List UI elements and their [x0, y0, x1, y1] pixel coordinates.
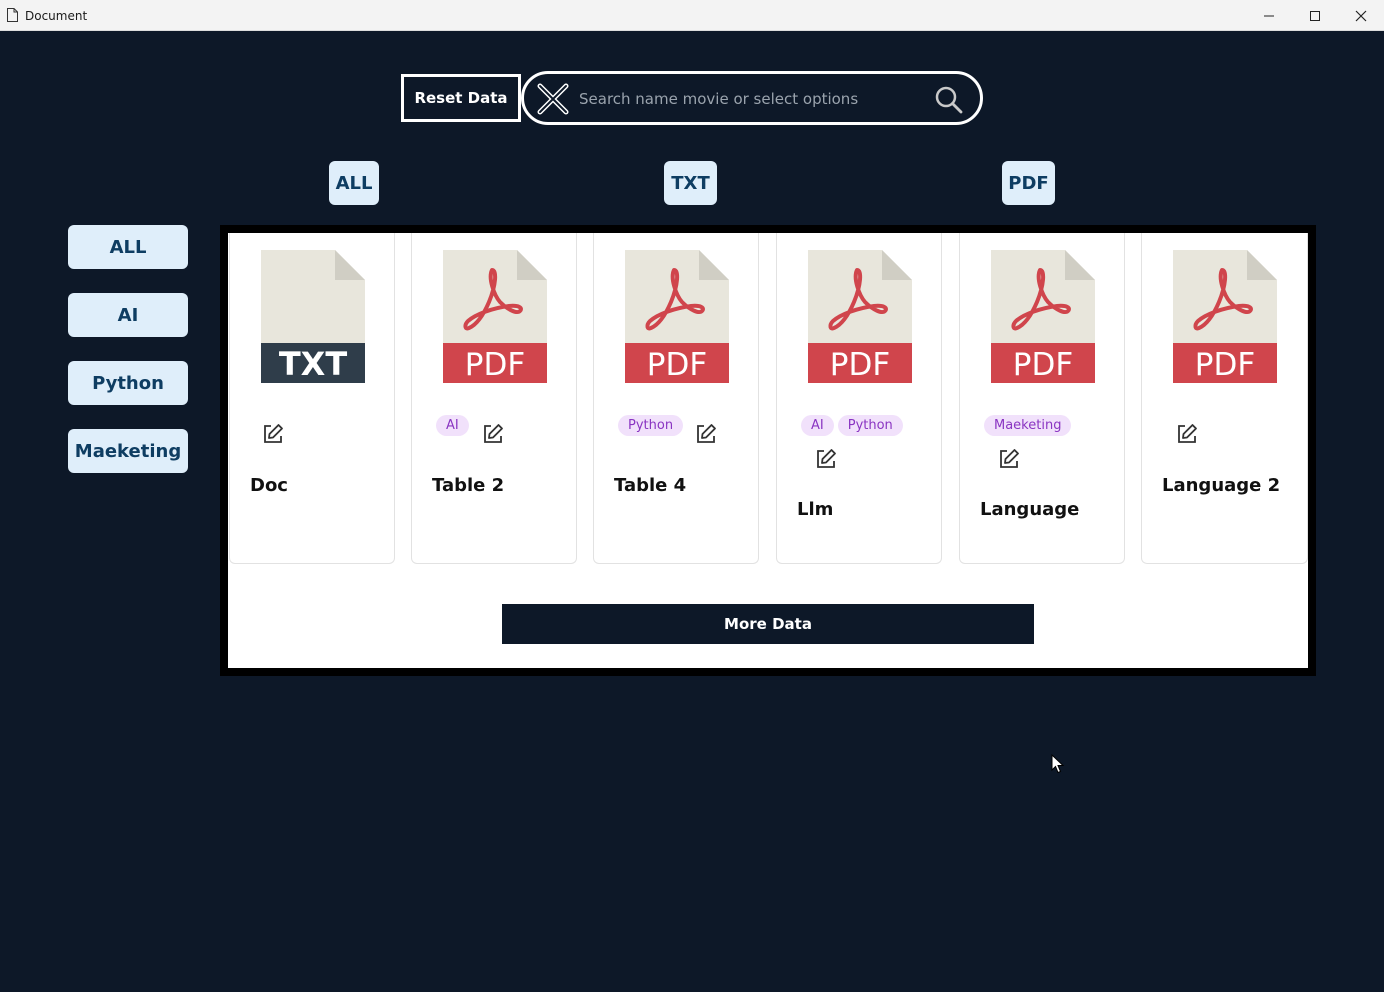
document-name: Llm: [797, 499, 834, 520]
close-button[interactable]: [1338, 0, 1384, 31]
document-name: Table 2: [432, 475, 505, 496]
tag-chip[interactable]: AI: [436, 415, 469, 436]
document-card[interactable]: PDF Maeketing Language: [959, 233, 1125, 564]
document-icon: [7, 8, 18, 22]
category-python[interactable]: Python: [68, 361, 188, 405]
document-card[interactable]: TXT Doc: [229, 233, 395, 564]
search-box: [521, 71, 983, 125]
mouse-cursor-icon: [1051, 754, 1065, 774]
edit-icon[interactable]: [1175, 422, 1199, 446]
file-type-label: PDF: [647, 347, 707, 383]
title-bar: Document: [0, 0, 1384, 31]
type-tab-all[interactable]: ALL: [329, 161, 379, 205]
pdf-file-icon: PDF: [1173, 250, 1277, 383]
tag-chip[interactable]: Python: [837, 415, 903, 436]
document-card[interactable]: PDF AI Python Llm: [776, 233, 942, 564]
document-card[interactable]: PDF AI Table 2: [411, 233, 577, 564]
close-icon: [1355, 10, 1367, 21]
tag-chip[interactable]: Maeketing: [984, 415, 1072, 436]
type-tab-txt[interactable]: TXT: [664, 161, 717, 205]
document-name: Table 4: [614, 475, 687, 496]
edit-icon[interactable]: [997, 447, 1021, 471]
tag-list: AI Python: [801, 415, 931, 436]
pdf-file-icon: PDF: [808, 250, 912, 383]
maximize-icon: [1310, 10, 1320, 21]
document-card[interactable]: PDF Language 2: [1141, 233, 1308, 564]
search-input[interactable]: [579, 84, 919, 114]
edit-icon[interactable]: [481, 422, 505, 446]
tag-list: Maeketing: [984, 415, 1114, 436]
document-name: Language 2: [1162, 475, 1281, 496]
more-data-button[interactable]: More Data: [502, 604, 1034, 644]
file-type-label: PDF: [465, 347, 525, 383]
edit-icon[interactable]: [261, 422, 285, 446]
type-tab-pdf[interactable]: PDF: [1002, 161, 1055, 205]
txt-file-icon: TXT: [261, 250, 365, 383]
pdf-file-icon: PDF: [991, 250, 1095, 383]
edit-icon[interactable]: [694, 422, 718, 446]
tag-chip[interactable]: Python: [618, 415, 684, 436]
file-type-label: PDF: [1195, 347, 1255, 383]
file-type-label: PDF: [1013, 347, 1073, 383]
window-title: Document: [25, 9, 88, 23]
search-icon[interactable]: [934, 85, 964, 115]
category-maeketing[interactable]: Maeketing: [68, 429, 188, 473]
file-type-label: PDF: [830, 347, 890, 383]
reset-data-button[interactable]: Reset Data: [401, 74, 521, 122]
pdf-file-icon: PDF: [443, 250, 547, 383]
document-name: Doc: [250, 475, 288, 496]
document-name: Language: [980, 499, 1080, 520]
maximize-button[interactable]: [1292, 0, 1338, 31]
tag-chip[interactable]: AI: [801, 415, 834, 436]
minimize-button[interactable]: [1246, 0, 1292, 31]
edit-icon[interactable]: [814, 447, 838, 471]
file-type-label: TXT: [279, 345, 348, 383]
category-all[interactable]: ALL: [68, 225, 188, 269]
tag-list: Python: [618, 415, 748, 436]
clear-search-icon[interactable]: [536, 82, 570, 116]
pdf-file-icon: PDF: [625, 250, 729, 383]
category-ai[interactable]: AI: [68, 293, 188, 337]
minimize-icon: [1264, 15, 1274, 16]
document-card[interactable]: PDF Python Table 4: [593, 233, 759, 564]
